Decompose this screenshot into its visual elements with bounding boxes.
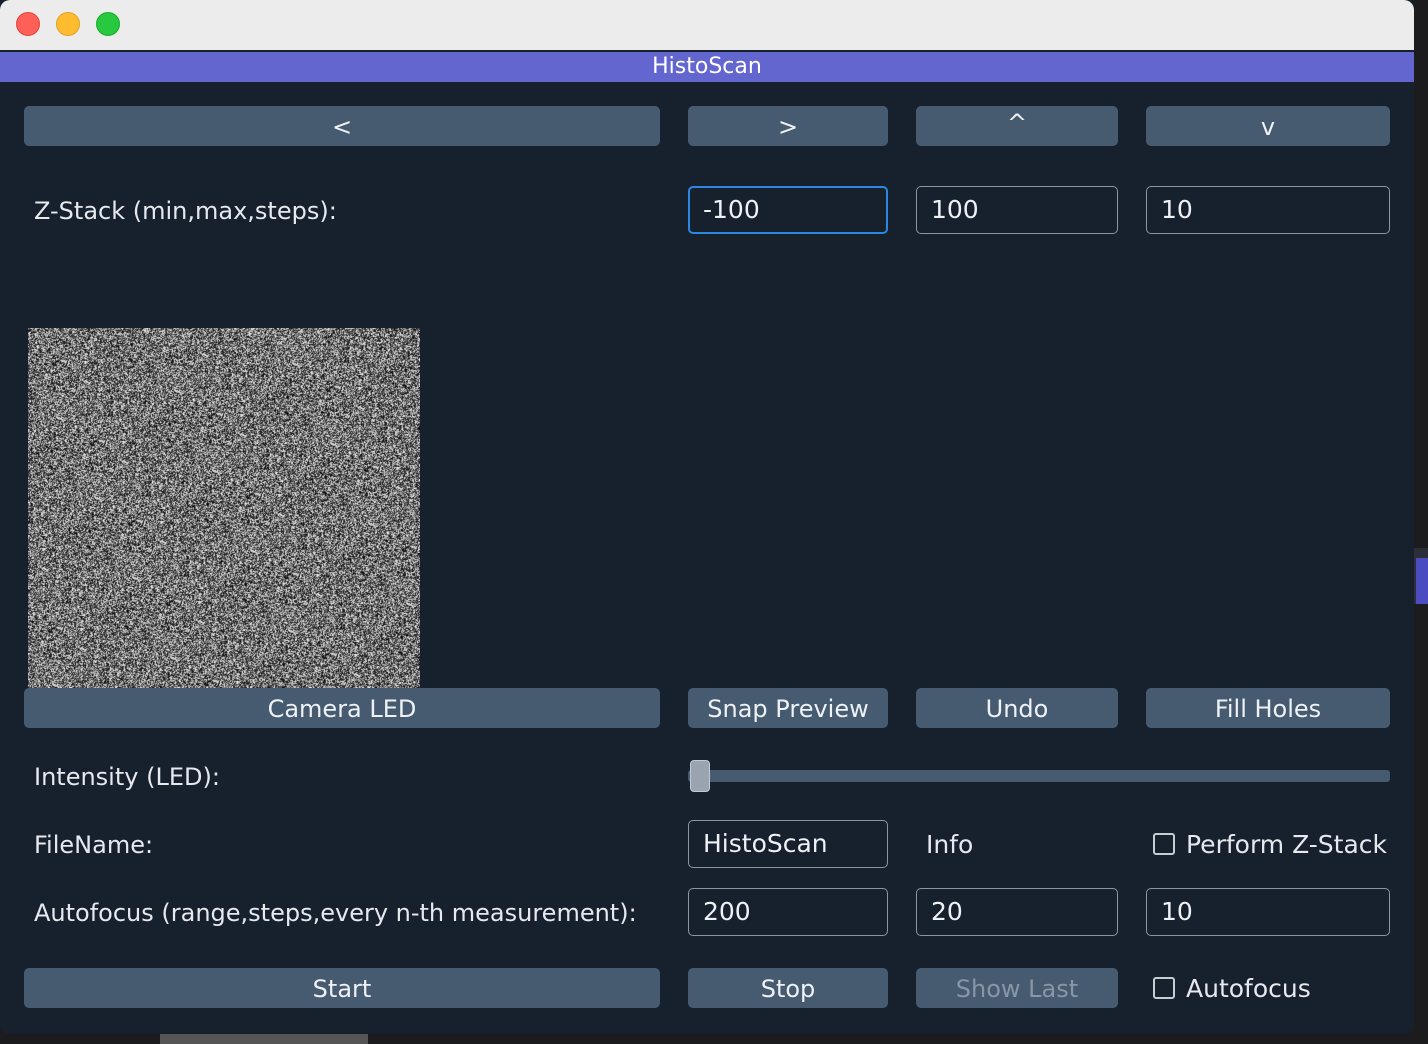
zstack-max-input[interactable]: 100 — [916, 186, 1118, 234]
move-left-button[interactable]: < — [24, 106, 660, 146]
window-titlebar — [0, 0, 1414, 50]
fill-holes-button[interactable]: Fill Holes — [1146, 688, 1390, 728]
filename-label: FileName: — [34, 831, 154, 859]
close-window-button[interactable] — [16, 12, 40, 36]
snap-preview-button[interactable]: Snap Preview — [688, 688, 888, 728]
stop-button[interactable]: Stop — [688, 968, 888, 1008]
maximize-window-button[interactable] — [96, 12, 120, 36]
app-title-bar: HistoScan — [0, 52, 1414, 82]
perform-zstack-label[interactable]: Perform Z-Stack — [1186, 830, 1387, 860]
minimize-window-button[interactable] — [56, 12, 80, 36]
autofocus-every-nth-input[interactable]: 10 — [1146, 888, 1390, 936]
camera-led-button[interactable]: Camera LED — [24, 688, 660, 728]
intensity-label: Intensity (LED): — [34, 763, 220, 791]
camera-preview-image — [28, 328, 420, 688]
start-button[interactable]: Start — [24, 968, 660, 1008]
intensity-slider-handle[interactable] — [690, 760, 710, 792]
undo-button[interactable]: Undo — [916, 688, 1118, 728]
autofocus-label: Autofocus (range,steps,every n-th measur… — [34, 899, 637, 927]
intensity-slider-track[interactable] — [688, 770, 1390, 782]
zstack-label: Z-Stack (min,max,steps): — [34, 197, 337, 225]
autofocus-checkbox[interactable] — [1153, 977, 1175, 999]
zstack-min-input[interactable]: -100 — [688, 186, 888, 234]
app-window: HistoScan < > ^ v Z-Stack (min,max,steps… — [0, 0, 1414, 1034]
info-label: Info — [926, 830, 974, 859]
autofocus-range-input[interactable]: 200 — [688, 888, 888, 936]
autofocus-checkbox-label[interactable]: Autofocus — [1186, 974, 1311, 1004]
zstack-steps-input[interactable]: 10 — [1146, 186, 1390, 234]
autofocus-steps-input[interactable]: 20 — [916, 888, 1118, 936]
show-last-button[interactable]: Show Last — [916, 968, 1118, 1008]
filename-input[interactable]: HistoScan — [688, 820, 888, 868]
app-title: HistoScan — [652, 54, 762, 79]
perform-zstack-checkbox[interactable] — [1153, 833, 1175, 855]
move-up-button[interactable]: ^ — [916, 106, 1118, 146]
move-right-button[interactable]: > — [688, 106, 888, 146]
background-window-accent — [1416, 558, 1428, 604]
move-down-button[interactable]: v — [1146, 106, 1390, 146]
background-window-thumbnail — [160, 1034, 368, 1044]
